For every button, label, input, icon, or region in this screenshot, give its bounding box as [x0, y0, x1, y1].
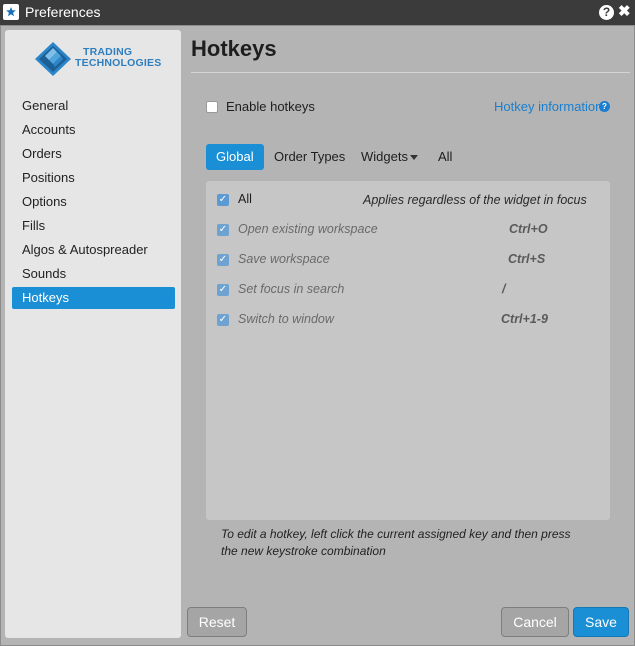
cancel-button[interactable]: Cancel	[501, 607, 569, 637]
logo-line2: TECHNOLOGIES	[75, 57, 162, 69]
sidebar-item-algos-autospreader[interactable]: Algos & Autospreader	[12, 239, 175, 261]
sidebar-item-sounds[interactable]: Sounds	[12, 263, 175, 285]
enable-hotkeys-checkbox[interactable]	[206, 101, 218, 113]
logo-diamond-icon	[35, 42, 71, 76]
reset-button[interactable]: Reset	[187, 607, 247, 637]
hotkey-information-link[interactable]: Hotkey information	[494, 99, 602, 114]
row-open-workspace-key[interactable]: Ctrl+O	[509, 222, 548, 236]
close-icon[interactable]: ✖	[618, 3, 631, 21]
tab-widgets-label: Widgets	[361, 149, 408, 164]
app-icon	[3, 4, 19, 20]
row-open-workspace-label: Open existing workspace	[238, 222, 378, 236]
tab-order-types[interactable]: Order Types	[274, 144, 345, 170]
sidebar-item-general[interactable]: General	[12, 95, 175, 117]
sidebar-item-accounts[interactable]: Accounts	[12, 119, 175, 141]
help-icon[interactable]: ?	[599, 5, 614, 20]
save-button[interactable]: Save	[573, 607, 629, 637]
applies-note: Applies regardless of the widget in focu…	[363, 193, 587, 207]
row-all-checkbox[interactable]: ✓	[217, 194, 229, 206]
tab-widgets[interactable]: Widgets	[361, 144, 418, 170]
info-icon[interactable]: ?	[599, 101, 610, 112]
tab-global[interactable]: Global	[206, 144, 264, 170]
trading-technologies-logo: TRADING TECHNOLOGIES	[35, 40, 165, 80]
row-save-workspace-checkbox[interactable]: ✓	[217, 254, 229, 266]
row-switch-window-key[interactable]: Ctrl+1-9	[501, 312, 548, 326]
row-switch-window-checkbox[interactable]: ✓	[217, 314, 229, 326]
sidebar: TRADING TECHNOLOGIES General Accounts Orde…	[5, 30, 181, 638]
page-title: Hotkeys	[191, 36, 277, 61]
title-divider	[191, 72, 630, 73]
enable-hotkeys-label: Enable hotkeys	[226, 99, 315, 114]
tab-all[interactable]: All	[438, 144, 452, 170]
row-switch-window-label: Switch to window	[238, 312, 334, 326]
sidebar-item-hotkeys[interactable]: Hotkeys	[12, 287, 175, 309]
row-save-workspace-key[interactable]: Ctrl+S	[508, 252, 545, 266]
row-focus-search-key[interactable]: /	[502, 282, 505, 296]
edit-instructions: To edit a hotkey, left click the current…	[221, 526, 601, 560]
sidebar-item-orders[interactable]: Orders	[12, 143, 175, 165]
instructions-line1: To edit a hotkey, left click the current…	[221, 527, 571, 541]
row-all-label: All	[238, 192, 252, 206]
sidebar-item-fills[interactable]: Fills	[12, 215, 175, 237]
chevron-down-icon	[409, 155, 418, 161]
logo-text: TRADING TECHNOLOGIES	[75, 47, 161, 69]
row-focus-search-checkbox[interactable]: ✓	[217, 284, 229, 296]
sidebar-item-options[interactable]: Options	[12, 191, 175, 213]
instructions-line2: the new keystroke combination	[221, 544, 386, 558]
row-save-workspace-label: Save workspace	[238, 252, 330, 266]
row-open-workspace-checkbox[interactable]: ✓	[217, 224, 229, 236]
title-bar: Preferences ? ✖	[0, 0, 635, 25]
sidebar-item-positions[interactable]: Positions	[12, 167, 175, 189]
window-title: Preferences	[25, 4, 101, 20]
row-focus-search-label: Set focus in search	[238, 282, 345, 296]
